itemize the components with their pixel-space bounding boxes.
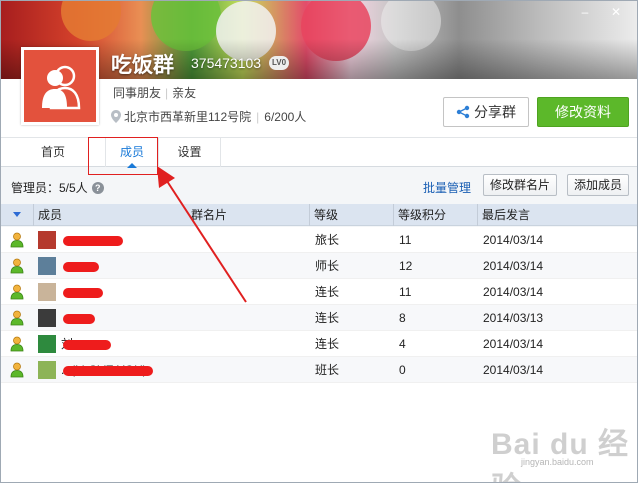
batch-manage-link[interactable]: 批量管理 (423, 179, 471, 196)
tag-item[interactable]: 同事朋友 (113, 86, 161, 100)
member-points: 11 (399, 233, 412, 247)
member-last-message: 2014/03/14 (483, 337, 544, 351)
sort-desc-icon[interactable] (13, 212, 21, 217)
admin-count-label: 管理员：5/5人 (11, 181, 88, 195)
location-text: 北京市西革新里112号院 (124, 110, 252, 124)
share-group-button[interactable]: 分享群 (443, 97, 529, 127)
share-icon (456, 105, 470, 119)
location-pin-icon (111, 110, 121, 123)
tag-item[interactable]: 亲友 (172, 86, 196, 100)
member-points: 4 (399, 337, 406, 351)
member-avatar[interactable] (38, 335, 56, 353)
tab-settings[interactable]: 设置 (159, 138, 221, 167)
member-level: 连长 (315, 337, 340, 351)
member-last-message: 2014/03/14 (483, 285, 544, 299)
group-profile-window: – ✕ 吃饭群 375473103 LV0 同事朋友 | 亲友 北京市西革新里112… (0, 0, 638, 483)
member-points: 0 (399, 363, 406, 377)
member-avatar[interactable] (38, 309, 56, 327)
member-avatar[interactable] (38, 257, 56, 275)
member-avatar[interactable] (38, 283, 56, 301)
table-row[interactable]: 师长 12 2014/03/14 (1, 253, 637, 279)
group-name: 吃饭群 (111, 54, 174, 77)
member-table-header: 成员 群名片 等级 等级积分 最后发言 (1, 204, 637, 226)
member-level: 连长 (315, 285, 340, 299)
column-level-points[interactable]: 等级积分 (393, 204, 477, 226)
table-row[interactable]: 刘连长42014/03/14 (1, 331, 637, 357)
member-last-message: 2014/03/14 (483, 233, 544, 247)
column-level[interactable]: 等级 (309, 204, 393, 226)
share-group-label: 分享群 (474, 104, 516, 120)
member-person-icon (10, 284, 24, 300)
member-points: 8 (399, 311, 406, 325)
watermark: Bai du 经验 (491, 428, 630, 482)
table-row[interactable]: 连长 11 2014/03/14 (1, 279, 637, 305)
group-members-icon (42, 65, 81, 110)
redaction-mark (63, 262, 99, 272)
redaction-mark (63, 366, 153, 376)
member-table-body: 旅长 11 2014/03/14 师长 12 2014/03/14 连长 11 2014/03/… (1, 227, 637, 383)
member-last-message: 2014/03/14 (483, 259, 544, 273)
member-count: 6/200人 (264, 110, 307, 124)
table-row[interactable]: ...(I LOVE YOU)班长02014/03/14 (1, 357, 637, 383)
edit-profile-button[interactable]: 修改资料 (537, 97, 629, 127)
table-row[interactable]: 旅长 11 2014/03/14 (1, 227, 637, 253)
member-person-icon (10, 336, 24, 352)
annotation-arrow (157, 166, 247, 303)
add-member-button[interactable]: 添加成员 (567, 174, 629, 196)
group-tags: 同事朋友 | 亲友 (113, 86, 197, 100)
redaction-mark (63, 314, 95, 324)
level-badge: LV0 (269, 56, 290, 70)
minimize-button[interactable]: – (576, 5, 594, 19)
member-points: 11 (399, 285, 412, 299)
member-person-icon (10, 232, 24, 248)
member-last-message: 2014/03/13 (483, 311, 544, 325)
member-person-icon (10, 310, 24, 326)
group-location: 北京市西革新里112号院 | 6/200人 (111, 108, 306, 125)
member-points: 12 (399, 259, 413, 273)
admin-toolbar: 管理员：5/5人 ? 批量管理 修改群名片 添加成员 (1, 168, 637, 202)
member-avatar[interactable] (38, 361, 56, 379)
member-avatar[interactable] (38, 231, 56, 249)
close-button[interactable]: ✕ (607, 5, 625, 19)
member-level: 连长 (315, 311, 340, 325)
member-last-message: 2014/03/14 (483, 363, 544, 377)
group-id: 375473103 (191, 55, 262, 71)
group-avatar[interactable] (21, 47, 99, 125)
redaction-mark (63, 288, 103, 298)
column-last-message[interactable]: 最后发言 (477, 204, 637, 226)
redaction-mark (63, 236, 123, 246)
member-level: 旅长 (315, 233, 340, 247)
help-icon[interactable]: ? (91, 181, 104, 194)
edit-group-card-button[interactable]: 修改群名片 (483, 174, 557, 196)
member-level: 班长 (315, 363, 340, 377)
admin-count: 管理员：5/5人 ? (11, 179, 104, 196)
member-person-icon (10, 258, 24, 274)
table-row[interactable]: 连长 8 2014/03/13 (1, 305, 637, 331)
watermark-url: jingyan.baidu.com (521, 457, 594, 467)
member-level: 师长 (315, 259, 340, 273)
redaction-mark (63, 340, 111, 350)
member-person-icon (10, 362, 24, 378)
